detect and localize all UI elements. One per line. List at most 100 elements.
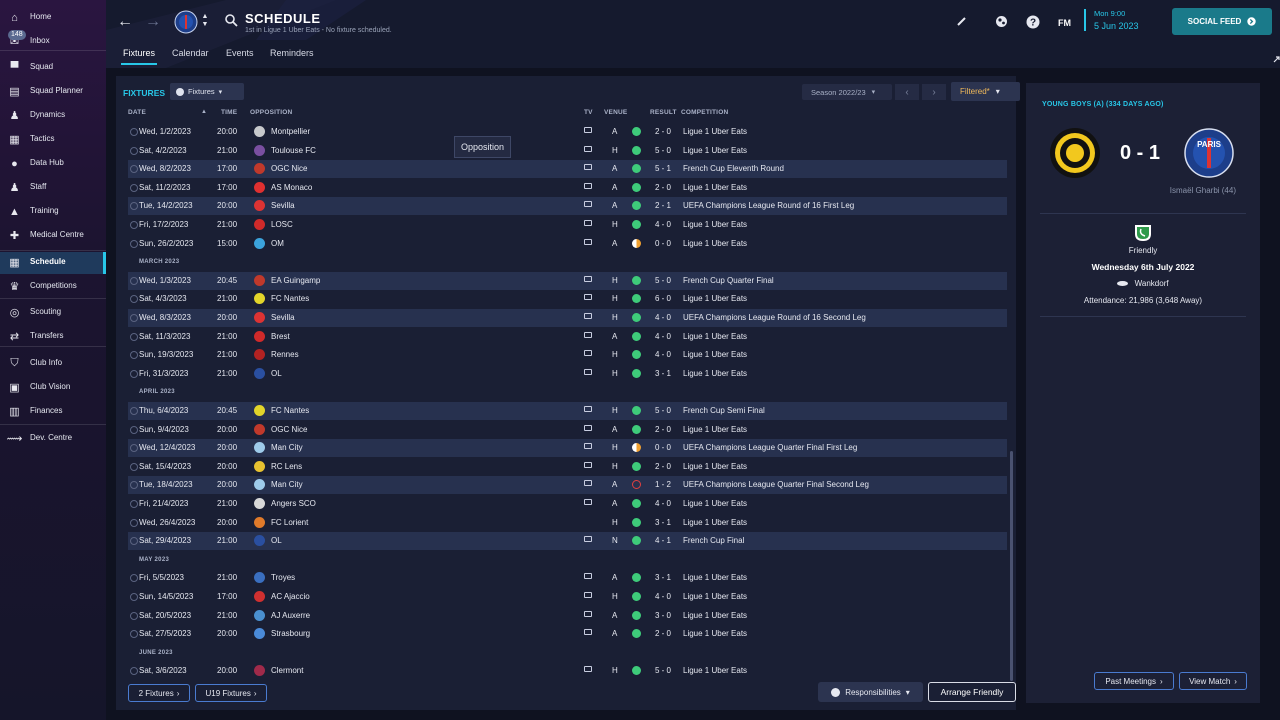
opposition-crest-icon[interactable] [254, 591, 265, 602]
fixture-result[interactable]: 3 - 1 [655, 369, 671, 378]
fixture-result[interactable]: 2 - 0 [655, 462, 671, 471]
opposition-name[interactable]: OGC Nice [271, 425, 307, 434]
young-boys-crest-icon[interactable] [1049, 127, 1101, 179]
fixture-result[interactable]: 3 - 1 [655, 518, 671, 527]
table-row[interactable]: Wed, 12/4/2023 20:00 Man City H 0 - 0 UEFA Ch… [128, 439, 1007, 458]
fixture-competition[interactable]: French Cup Quarter Final [683, 276, 774, 285]
fixture-competition[interactable]: UEFA Champions League Quarter Final Firs… [683, 443, 857, 452]
table-row[interactable]: Sun, 14/5/2023 17:00 AC Ajaccio H 4 - 0 Ligue… [128, 588, 1007, 606]
forward-arrow-icon[interactable]: → [144, 13, 162, 31]
table-row[interactable]: Tue, 14/2/2023 20:00 Sevilla A 2 - 1 UEFA Cha… [128, 197, 1007, 216]
fixture-result[interactable]: 4 - 0 [655, 220, 671, 229]
sidebar-item-training[interactable]: ▲ Training [0, 201, 106, 223]
psg-crest-icon[interactable]: PARIS [1184, 128, 1234, 178]
opposition-name[interactable]: EA Guingamp [271, 276, 320, 285]
fixture-competition[interactable]: Ligue 1 Uber Eats [683, 629, 747, 638]
table-row[interactable]: Thu, 6/4/2023 20:45 FC Nantes H 5 - 0 French … [128, 402, 1007, 420]
opposition-name[interactable]: Angers SCO [271, 499, 316, 508]
table-row[interactable]: Sat, 3/6/2023 20:00 Clermont H 5 - 0 Ligue 1 … [128, 662, 1007, 680]
opposition-crest-icon[interactable] [254, 274, 265, 286]
fixture-result[interactable]: 5 - 0 [655, 406, 671, 415]
column-time[interactable]: TIME [221, 109, 237, 116]
sidebar-item-scouting[interactable]: ◎ Scouting [0, 302, 106, 324]
opposition-crest-icon[interactable] [254, 628, 265, 640]
past-meetings-button[interactable]: Past Meetings › [1094, 672, 1174, 690]
tab-fixtures[interactable]: Fixtures [123, 48, 155, 58]
opposition-name[interactable]: Strasbourg [271, 629, 310, 638]
opposition-crest-icon[interactable] [254, 665, 265, 677]
fixture-result[interactable]: 5 - 0 [655, 146, 671, 155]
opposition-crest-icon[interactable] [254, 498, 265, 509]
table-row[interactable]: Fri, 21/4/2023 21:00 Angers SCO A 4 - 0 Ligue… [128, 495, 1007, 513]
opposition-crest-icon[interactable] [254, 312, 265, 323]
opposition-name[interactable]: OL [271, 369, 282, 378]
fixture-competition[interactable]: Ligue 1 Uber Eats [683, 239, 747, 248]
fixture-competition[interactable]: French Cup Semi Final [683, 406, 765, 415]
fixture-result[interactable]: 3 - 0 [655, 611, 671, 620]
table-row[interactable]: Sun, 26/2/2023 15:00 OM A 0 - 0 Ligue 1 Uber … [128, 235, 1007, 253]
column-tv[interactable]: TV [584, 109, 593, 116]
fixture-result[interactable]: 0 - 0 [655, 239, 671, 248]
fixture-result[interactable]: 3 - 1 [655, 573, 671, 582]
table-row[interactable]: Sat, 27/5/2023 20:00 Strasbourg A 2 - 0 Ligue… [128, 625, 1007, 643]
last-match-header[interactable]: YOUNG BOYS (A) (334 DAYS AGO) [1042, 101, 1164, 108]
opposition-crest-icon[interactable] [254, 144, 265, 156]
opposition-crest-icon[interactable] [254, 609, 265, 621]
fixture-result[interactable]: 2 - 0 [655, 127, 671, 136]
opposition-name[interactable]: Toulouse FC [271, 146, 316, 155]
fixture-competition[interactable]: Ligue 1 Uber Eats [683, 592, 747, 601]
fixture-competition[interactable]: Ligue 1 Uber Eats [683, 573, 747, 582]
table-row[interactable]: Sat, 4/2/2023 21:00 Toulouse FC H 5 - 0 Ligue… [128, 142, 1007, 160]
sidebar-item-dynamics[interactable]: ♟ Dynamics [0, 105, 106, 127]
two-fixtures-button[interactable]: 2 Fixtures › [128, 684, 190, 702]
fixture-result[interactable]: 0 - 0 [655, 443, 671, 452]
opposition-name[interactable]: Clermont [271, 666, 303, 675]
column-result[interactable]: RESULT [650, 109, 677, 116]
fixture-result[interactable]: 2 - 0 [655, 629, 671, 638]
opposition-crest-icon[interactable] [254, 219, 265, 230]
world-icon[interactable] [995, 15, 1008, 28]
table-row[interactable]: Sat, 11/3/2023 21:00 Brest A 4 - 0 Ligue 1 Ub… [128, 328, 1007, 346]
fixture-competition[interactable]: Ligue 1 Uber Eats [683, 499, 747, 508]
opposition-crest-icon[interactable] [254, 442, 265, 454]
club-crest-icon[interactable] [174, 10, 198, 34]
opposition-crest-icon[interactable] [254, 405, 265, 416]
fixture-result[interactable]: 2 - 0 [655, 183, 671, 192]
opposition-name[interactable]: FC Lorient [271, 518, 308, 527]
table-row[interactable]: Wed, 1/2/2023 20:00 Montpellier A 2 - 0 Ligue… [128, 123, 1007, 141]
table-row[interactable]: Wed, 1/3/2023 20:45 EA Guingamp H 5 - 0 Frenc… [128, 271, 1007, 290]
fixture-result[interactable]: 4 - 0 [655, 592, 671, 601]
responsibilities-button[interactable]: Responsibilities ▾ [818, 682, 923, 702]
filter-dropdown[interactable]: Filtered* ▾ [951, 82, 1020, 101]
fixture-competition[interactable]: Ligue 1 Uber Eats [683, 127, 747, 136]
column-competition[interactable]: COMPETITION [681, 109, 728, 116]
next-season-button[interactable]: › [922, 84, 946, 100]
table-row[interactable]: Fri, 5/5/2023 21:00 Troyes A 3 - 1 Ligue 1 Ub… [128, 569, 1007, 587]
fixtures-type-dropdown[interactable]: Fixtures ▾ [170, 83, 244, 100]
fixture-competition[interactable]: Ligue 1 Uber Eats [683, 146, 747, 155]
opposition-crest-icon[interactable] [254, 181, 265, 193]
opposition-crest-icon[interactable] [254, 535, 265, 547]
fixture-competition[interactable]: Ligue 1 Uber Eats [683, 220, 747, 229]
opposition-name[interactable]: Montpellier [271, 127, 310, 136]
fixture-result[interactable]: 2 - 0 [655, 425, 671, 434]
table-row[interactable]: Wed, 26/4/2023 20:00 FC Lorient H 3 - 1 Ligue… [128, 514, 1007, 532]
fixture-result[interactable]: 4 - 0 [655, 499, 671, 508]
social-feed-button[interactable]: SOCIAL FEED [1172, 8, 1272, 35]
club-switch-chevrons-icon[interactable]: ▲ ▼ [200, 11, 210, 31]
opposition-crest-icon[interactable] [254, 516, 265, 528]
opposition-name[interactable]: Troyes [271, 573, 295, 582]
tab-reminders[interactable]: Reminders [270, 48, 314, 58]
opposition-crest-icon[interactable] [254, 330, 265, 342]
fixture-result[interactable]: 4 - 0 [655, 350, 671, 359]
column-opposition[interactable]: OPPOSITION [250, 109, 292, 116]
opposition-name[interactable]: AC Ajaccio [271, 592, 310, 601]
game-date[interactable]: Mon 9:00 5 Jun 2023 [1084, 9, 1139, 31]
table-row[interactable]: Sun, 19/3/2023 21:00 Rennes H 4 - 0 Ligue 1 U… [128, 346, 1007, 364]
fixture-competition[interactable]: Ligue 1 Uber Eats [683, 294, 747, 303]
season-dropdown[interactable]: Season 2022/23 ▾ [802, 84, 892, 100]
fixture-result[interactable]: 1 - 2 [655, 480, 671, 489]
opposition-crest-icon[interactable] [254, 572, 265, 584]
fixture-result[interactable]: 6 - 0 [655, 294, 671, 303]
opposition-crest-icon[interactable] [254, 200, 265, 212]
